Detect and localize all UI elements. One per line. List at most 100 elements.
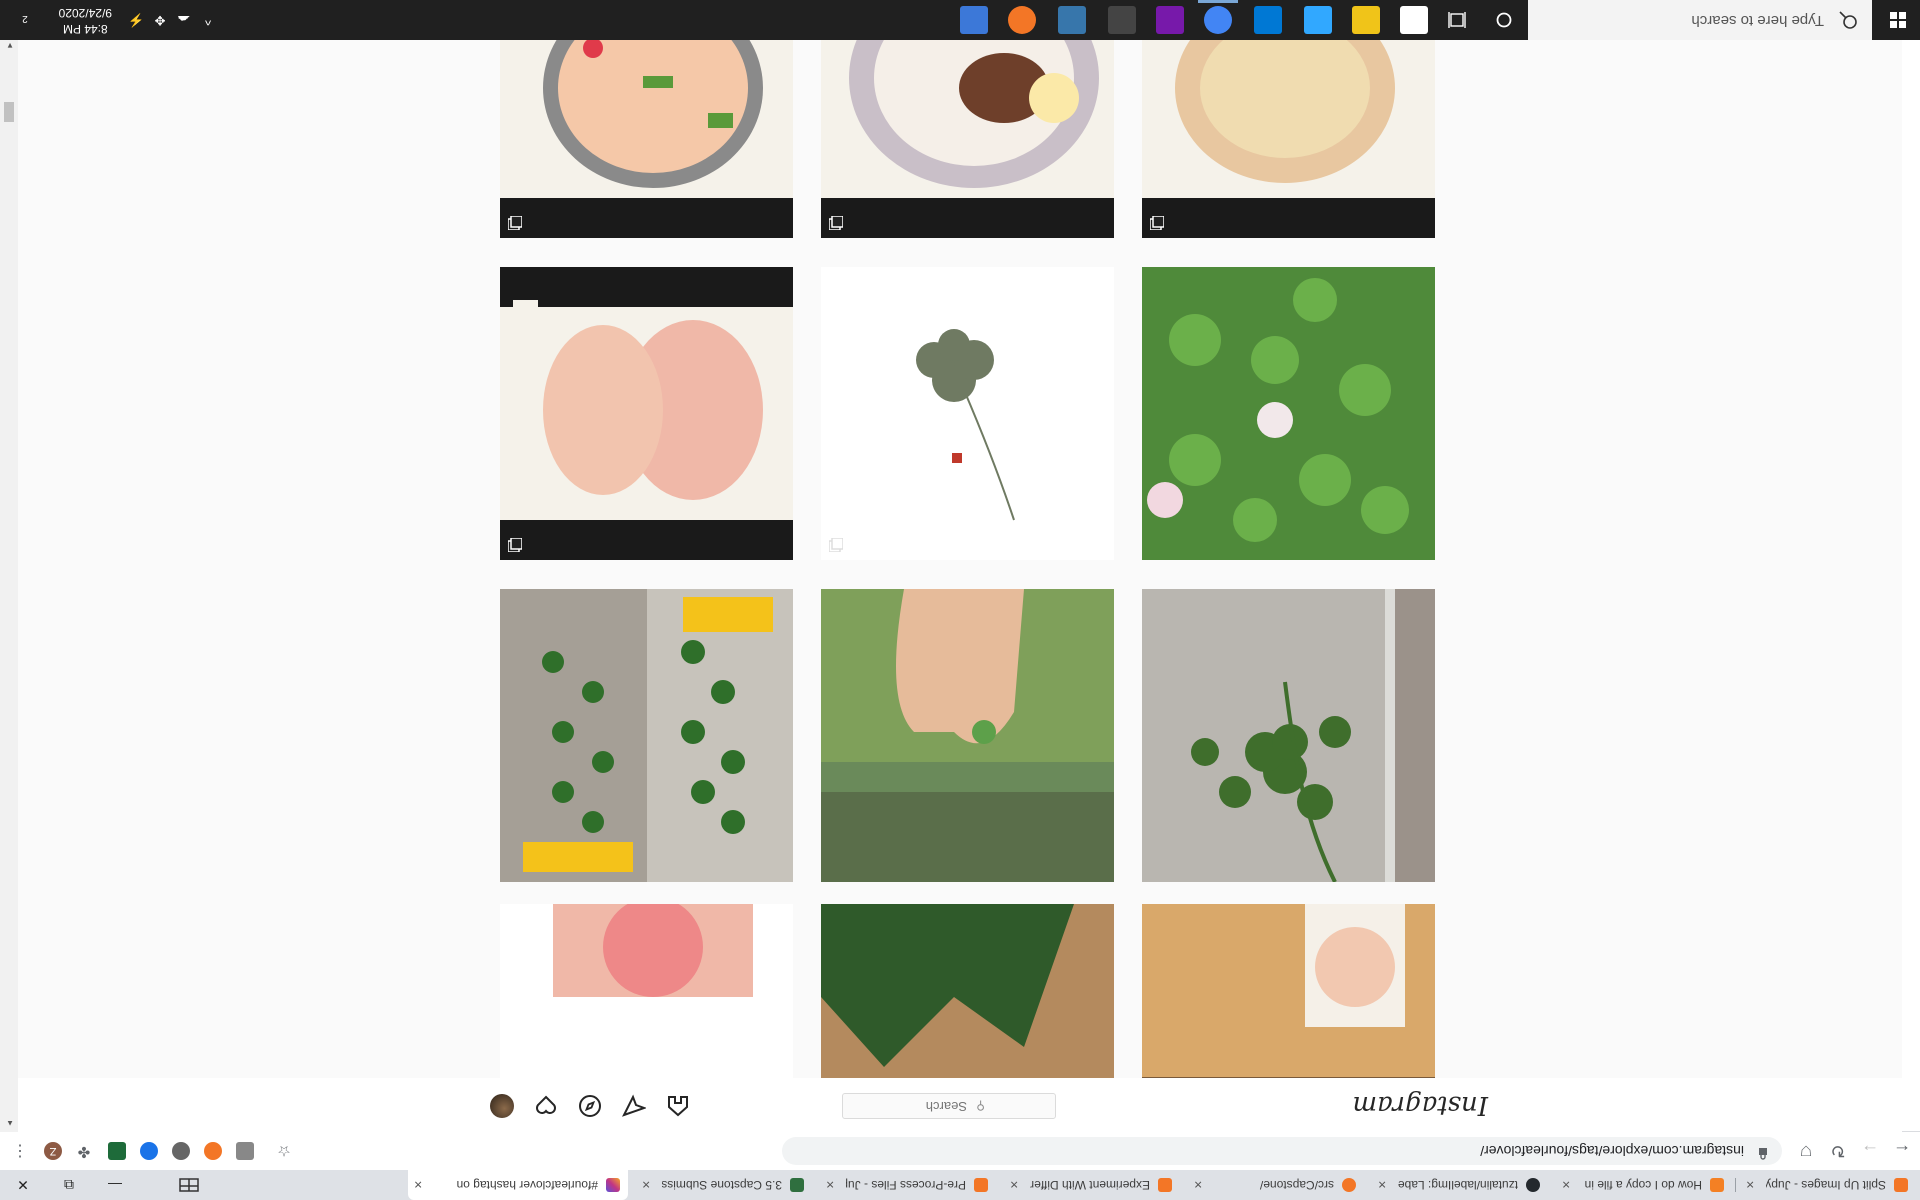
circle-extension-icon[interactable] [172,1142,190,1160]
scroll-up-arrow-icon[interactable]: ▲ [6,1119,14,1128]
tab-close-icon[interactable]: × [414,1177,422,1193]
puzzle-icon[interactable]: ✤ [74,1143,94,1161]
reload-icon[interactable]: ↻ [1828,1140,1848,1161]
blue-extension-icon[interactable] [140,1142,158,1160]
direct-icon[interactable] [622,1094,646,1118]
post-1[interactable] [821,904,1114,1078]
taskbar-app-onenote[interactable] [1156,6,1184,34]
taskbar-app-jupyter[interactable] [1008,6,1036,34]
dropbox-icon[interactable]: ✥ [152,12,168,28]
post-image [500,589,793,882]
taskbar-app-photoshop[interactable] [1304,6,1332,34]
shield-extension-icon[interactable]: ⛉ [1796,1142,1816,1159]
close-window-button[interactable]: ✕ [0,1170,46,1200]
star-icon[interactable]: ☆ [274,1142,294,1160]
time-label: 8:44 PM [62,22,108,36]
minimize-window-button[interactable]: — [92,1170,138,1200]
task-view-icon[interactable] [1448,12,1466,28]
restore-window-button[interactable]: ⧉ [46,1170,92,1200]
search-icon: ⚲ [976,1099,985,1113]
post-9[interactable] [1142,33,1435,238]
forward-arrow-icon[interactable]: → [1860,1140,1880,1161]
instagram-logo[interactable]: Instagram [1352,1090,1488,1120]
post-7[interactable] [821,267,1114,560]
carousel-icon [1150,216,1164,230]
carousel-icon [508,538,522,552]
post-image [500,904,793,1078]
date-label: 9/24/2020 [58,6,112,20]
kebab-menu-icon[interactable]: ⋮ [10,1141,30,1161]
profile-avatar[interactable]: Z [44,1142,62,1160]
orange-extension-icon[interactable] [204,1142,222,1160]
tab-0[interactable]: Split Up Images - Jupyter N × [1740,1170,1916,1200]
activity-heart-icon[interactable] [534,1094,558,1118]
tab-close-icon[interactable]: × [1562,1177,1570,1193]
search-input[interactable] [865,1098,969,1115]
scroll-down-arrow-icon[interactable]: ▼ [6,41,14,50]
tab-title: #fourleafclover hashtag on [456,1178,598,1192]
tab-3[interactable]: src/Capstone/ × [1188,1170,1364,1200]
tab-close-icon[interactable]: × [826,1177,834,1193]
taskbar-app-terminal[interactable] [1108,6,1136,34]
tab-6[interactable]: 3.5 Capstone Submission - × [636,1170,812,1200]
onedrive-icon[interactable]: ☁ [176,12,192,28]
address-bar[interactable]: instagram.com/explore/tags/fourleafclove… [782,1137,1782,1165]
post-image [821,33,1114,238]
tab-5[interactable]: Pre-Process Files - Jupyter × [820,1170,996,1200]
windows-start-icon[interactable] [1890,12,1906,28]
hashtag-feed [18,33,1902,1078]
taskbar-app-calculator[interactable] [960,6,988,34]
tab-1[interactable]: How do I copy a file in Pyth × [1556,1170,1732,1200]
tab-title: Experiment With Different [1030,1178,1150,1192]
post-image [1142,267,1435,560]
taskbar-app-python[interactable] [1058,6,1086,34]
post-5[interactable] [500,589,793,882]
github-favicon-icon [1526,1178,1540,1192]
post-10[interactable] [821,33,1114,238]
taskbar-app-chrome[interactable] [1204,6,1232,34]
post-11[interactable] [500,33,793,238]
post-4[interactable] [821,589,1114,882]
tab-title: tzutalin/labelImg: Label [1398,1178,1518,1192]
tab-search-button[interactable] [166,1170,212,1200]
explore-icon[interactable] [578,1094,602,1118]
chevron-up-icon[interactable]: ^ [200,12,216,28]
taskbar-search-box[interactable]: Type here to search [1528,0,1872,40]
notification-count: 2 [22,13,28,24]
instagram-header: Instagram ⚲ [0,1077,1902,1132]
back-arrow-icon[interactable]: ← [1892,1140,1912,1161]
tab-title: Split Up Images - Jupyter N [1766,1178,1886,1192]
tab-close-icon[interactable]: × [642,1177,650,1193]
page-scrollbar[interactable]: ▲ ▼ [0,35,18,1132]
tab-separator [1735,1178,1736,1192]
taskbar-app-store[interactable] [1400,6,1428,34]
home-icon[interactable] [666,1094,690,1118]
taskbar-clock[interactable]: 8:44 PM 9/24/2020 [59,5,112,37]
taskbar-app-file-explorer[interactable] [1352,6,1380,34]
network-icon[interactable]: ⚡ [128,12,144,28]
profile-avatar[interactable] [490,1094,514,1118]
instagram-search-box[interactable]: ⚲ [842,1093,1056,1119]
notification-icon[interactable]: 2 [14,12,36,28]
browser-toolbar: ← → ↻ ⛉ instagram.com/explore/tags/fourl… [0,1131,1920,1170]
scrollbar-thumb[interactable] [4,102,14,122]
tab-2[interactable]: tzutalin/labelImg: Label × [1372,1170,1548,1200]
taskbar-app-edge[interactable] [1254,6,1282,34]
tab-7-active[interactable]: #fourleafclover hashtag on × [408,1170,628,1200]
post-0[interactable] [1142,904,1435,1078]
post-8[interactable] [500,267,793,560]
tab-4[interactable]: Experiment With Different × [1004,1170,1180,1200]
cortana-icon[interactable] [1496,12,1512,28]
tab-close-icon[interactable]: × [1010,1177,1018,1193]
post-image [1142,904,1435,1078]
post-2[interactable] [500,904,793,1078]
tab-close-icon[interactable]: × [1746,1177,1754,1193]
tab-close-icon[interactable]: × [1194,1177,1202,1193]
post-image [821,589,1114,882]
taskbar-search-placeholder: Type here to search [1691,12,1824,29]
tab-close-icon[interactable]: × [1378,1177,1386,1193]
post-6[interactable] [1142,267,1435,560]
g-extension-icon[interactable] [236,1142,254,1160]
post-3[interactable] [1142,589,1435,882]
dollar-extension-icon[interactable] [108,1142,126,1160]
